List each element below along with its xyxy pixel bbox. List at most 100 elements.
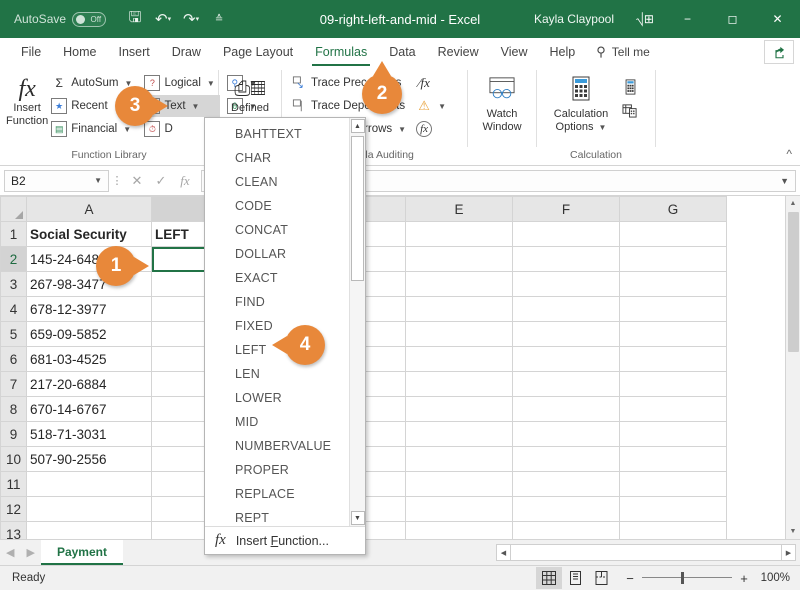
zoom-level[interactable]: 100% [756, 572, 790, 584]
cell-B6[interactable] [151, 346, 206, 372]
menu-item-rept[interactable]: REPT [205, 506, 365, 526]
menu-item-numbervalue[interactable]: NUMBERVALUE [205, 434, 365, 458]
cell-E10[interactable] [405, 446, 513, 472]
cell-A11[interactable] [26, 471, 152, 497]
cell-G5[interactable] [619, 321, 727, 347]
horizontal-scroll-track[interactable] [511, 544, 781, 561]
row-header-12[interactable]: 12 [0, 496, 27, 522]
watch-window-button[interactable]: Watch Window [474, 70, 530, 134]
formula-bar-splitter[interactable]: ⋮ [109, 174, 125, 187]
cell-G11[interactable] [619, 471, 727, 497]
cell-F13[interactable] [512, 521, 620, 539]
cell-B9[interactable] [151, 421, 206, 447]
cell-B2[interactable] [151, 246, 206, 272]
cell-B8[interactable] [151, 396, 206, 422]
autosave-toggle[interactable]: AutoSave Off [14, 11, 107, 27]
cell-E1[interactable] [405, 221, 513, 247]
scroll-right-icon[interactable]: ▶ [781, 544, 796, 561]
save-icon[interactable]: 🖫 [122, 6, 148, 32]
row-header-11[interactable]: 11 [0, 471, 27, 497]
cell-F10[interactable] [512, 446, 620, 472]
cell-F12[interactable] [512, 496, 620, 522]
scroll-down-icon[interactable]: ▼ [350, 511, 365, 525]
menu-item-code[interactable]: CODE [205, 194, 365, 218]
row-header-2[interactable]: 2 [0, 246, 27, 272]
cell-F9[interactable] [512, 421, 620, 447]
cell-F8[interactable] [512, 396, 620, 422]
cell-E13[interactable] [405, 521, 513, 539]
logical-button[interactable]: ? Logical ▼ [141, 72, 219, 94]
row-header-5[interactable]: 5 [0, 321, 27, 347]
previous-sheet-icon[interactable]: ◀ [6, 546, 14, 559]
tab-home[interactable]: Home [52, 38, 107, 66]
cell-B11[interactable] [151, 471, 206, 497]
vertical-scroll-thumb[interactable] [787, 212, 799, 352]
vertical-scrollbar[interactable]: ▲ ▼ [785, 196, 800, 539]
cell-G3[interactable] [619, 271, 727, 297]
cell-A4[interactable]: 678-12-3977 [26, 296, 152, 322]
col-header-A[interactable]: A [26, 196, 152, 222]
autosave-switch[interactable]: Off [72, 11, 107, 27]
page-layout-view-icon[interactable] [562, 567, 588, 589]
share-icon[interactable] [764, 40, 794, 64]
cell-E8[interactable] [405, 396, 513, 422]
page-break-preview-icon[interactable] [588, 567, 614, 589]
insert-function-icon[interactable]: fx [173, 170, 197, 192]
cell-G7[interactable] [619, 371, 727, 397]
minimize-icon[interactable]: − [665, 0, 710, 38]
cell-G8[interactable] [619, 396, 727, 422]
row-header-3[interactable]: 3 [0, 271, 27, 297]
cell-E11[interactable] [405, 471, 513, 497]
cell-B3[interactable] [151, 271, 206, 297]
row-header-10[interactable]: 10 [0, 446, 27, 472]
menu-item-find[interactable]: FIND [205, 290, 365, 314]
row-header-6[interactable]: 6 [0, 346, 27, 372]
tab-insert[interactable]: Insert [108, 38, 161, 66]
menu-item-len[interactable]: LEN [205, 362, 365, 386]
tab-draw[interactable]: Draw [161, 38, 212, 66]
cell-E9[interactable] [405, 421, 513, 447]
col-header-B[interactable] [151, 196, 206, 222]
redo-icon[interactable]: ↷ ▾ [178, 6, 204, 32]
cell-B13[interactable] [151, 521, 206, 539]
cell-E7[interactable] [405, 371, 513, 397]
cell-G4[interactable] [619, 296, 727, 322]
row-header-9[interactable]: 9 [0, 421, 27, 447]
cell-B4[interactable] [151, 296, 206, 322]
cell-G1[interactable] [619, 221, 727, 247]
sheet-tab-payment[interactable]: Payment [40, 540, 123, 565]
zoom-slider[interactable] [642, 572, 732, 584]
dropdown-scrollbar[interactable]: ▲ ▼ [349, 118, 365, 526]
menu-item-bahttext[interactable]: BAHTTEXT [205, 122, 365, 146]
menu-item-concat[interactable]: CONCAT [205, 218, 365, 242]
tab-help[interactable]: Help [539, 38, 587, 66]
menu-item-dollar[interactable]: DOLLAR [205, 242, 365, 266]
dropdown-scroll-thumb[interactable] [351, 136, 364, 281]
cell-B12[interactable] [151, 496, 206, 522]
cell-E12[interactable] [405, 496, 513, 522]
col-header-F[interactable]: F [512, 196, 620, 222]
select-all-corner[interactable] [0, 196, 27, 222]
tab-review[interactable]: Review [427, 38, 490, 66]
cell-A7[interactable]: 217-20-6884 [26, 371, 152, 397]
scroll-up-icon[interactable]: ▲ [785, 196, 800, 211]
error-checking-button[interactable]: ⚠ ▼ [413, 95, 451, 117]
cell-F4[interactable] [512, 296, 620, 322]
calculate-sheet-button[interactable] [619, 99, 643, 121]
row-header-1[interactable]: 1 [0, 221, 27, 247]
cell-A9[interactable]: 518-71-3031 [26, 421, 152, 447]
horizontal-scrollbar[interactable]: ◀ ▶ [496, 540, 796, 565]
menu-item-exact[interactable]: EXACT [205, 266, 365, 290]
cell-A5[interactable]: 659-09-5852 [26, 321, 152, 347]
cell-A13[interactable] [26, 521, 152, 539]
menu-item-char[interactable]: CHAR [205, 146, 365, 170]
row-header-7[interactable]: 7 [0, 371, 27, 397]
cell-E6[interactable] [405, 346, 513, 372]
defined-names-button[interactable]: ⎙▦ Defined [225, 70, 275, 115]
cell-A8[interactable]: 670-14-6767 [26, 396, 152, 422]
collapse-ribbon-icon[interactable]: ^ [786, 147, 792, 161]
cell-G6[interactable] [619, 346, 727, 372]
cell-F1[interactable] [512, 221, 620, 247]
cell-F5[interactable] [512, 321, 620, 347]
tab-formulas[interactable]: Formulas [304, 38, 378, 66]
